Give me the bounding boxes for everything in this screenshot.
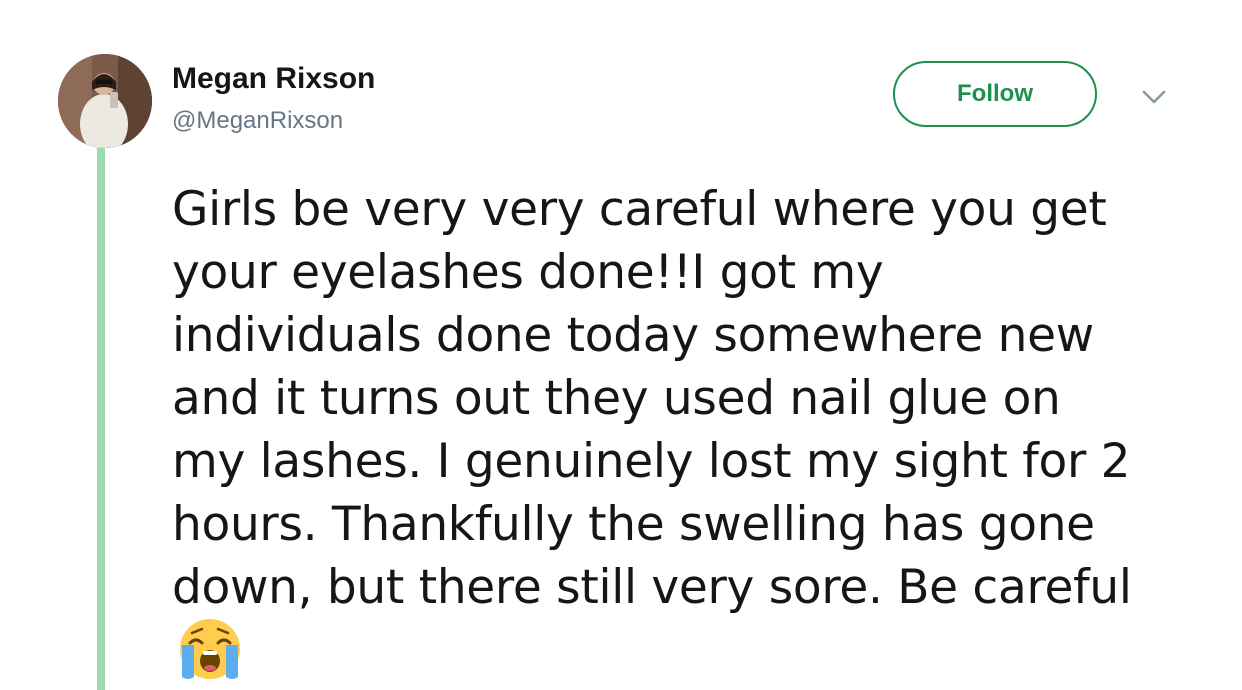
follow-button[interactable]: Follow bbox=[893, 61, 1097, 127]
tweet-text-line: Girls be very very careful where you get bbox=[172, 182, 1107, 237]
display-name[interactable]: Megan Rixson bbox=[172, 62, 375, 96]
avatar-photo bbox=[58, 54, 152, 148]
avatar[interactable] bbox=[58, 54, 152, 148]
tweet-text-line: down, but there still very sore. Be care… bbox=[172, 560, 1132, 615]
tweet-text-line: your eyelashes done!!I got my bbox=[172, 245, 884, 300]
chevron-down-icon[interactable] bbox=[1141, 88, 1167, 106]
tweet-text: Girls be very very careful where you get… bbox=[172, 178, 1182, 619]
thread-connector-line bbox=[97, 148, 105, 690]
tweet-text-line: individuals done today somewhere new bbox=[172, 308, 1094, 363]
tweet-text-line: my lashes. I genuinely lost my sight for… bbox=[172, 434, 1131, 489]
loudly-crying-face-icon bbox=[180, 619, 240, 679]
tweet-text-line: and it turns out they used nail glue on bbox=[172, 371, 1061, 426]
tweet-text-line: hours. Thankfully the swelling has gone bbox=[172, 497, 1095, 552]
user-handle[interactable]: @MeganRixson bbox=[172, 107, 343, 135]
